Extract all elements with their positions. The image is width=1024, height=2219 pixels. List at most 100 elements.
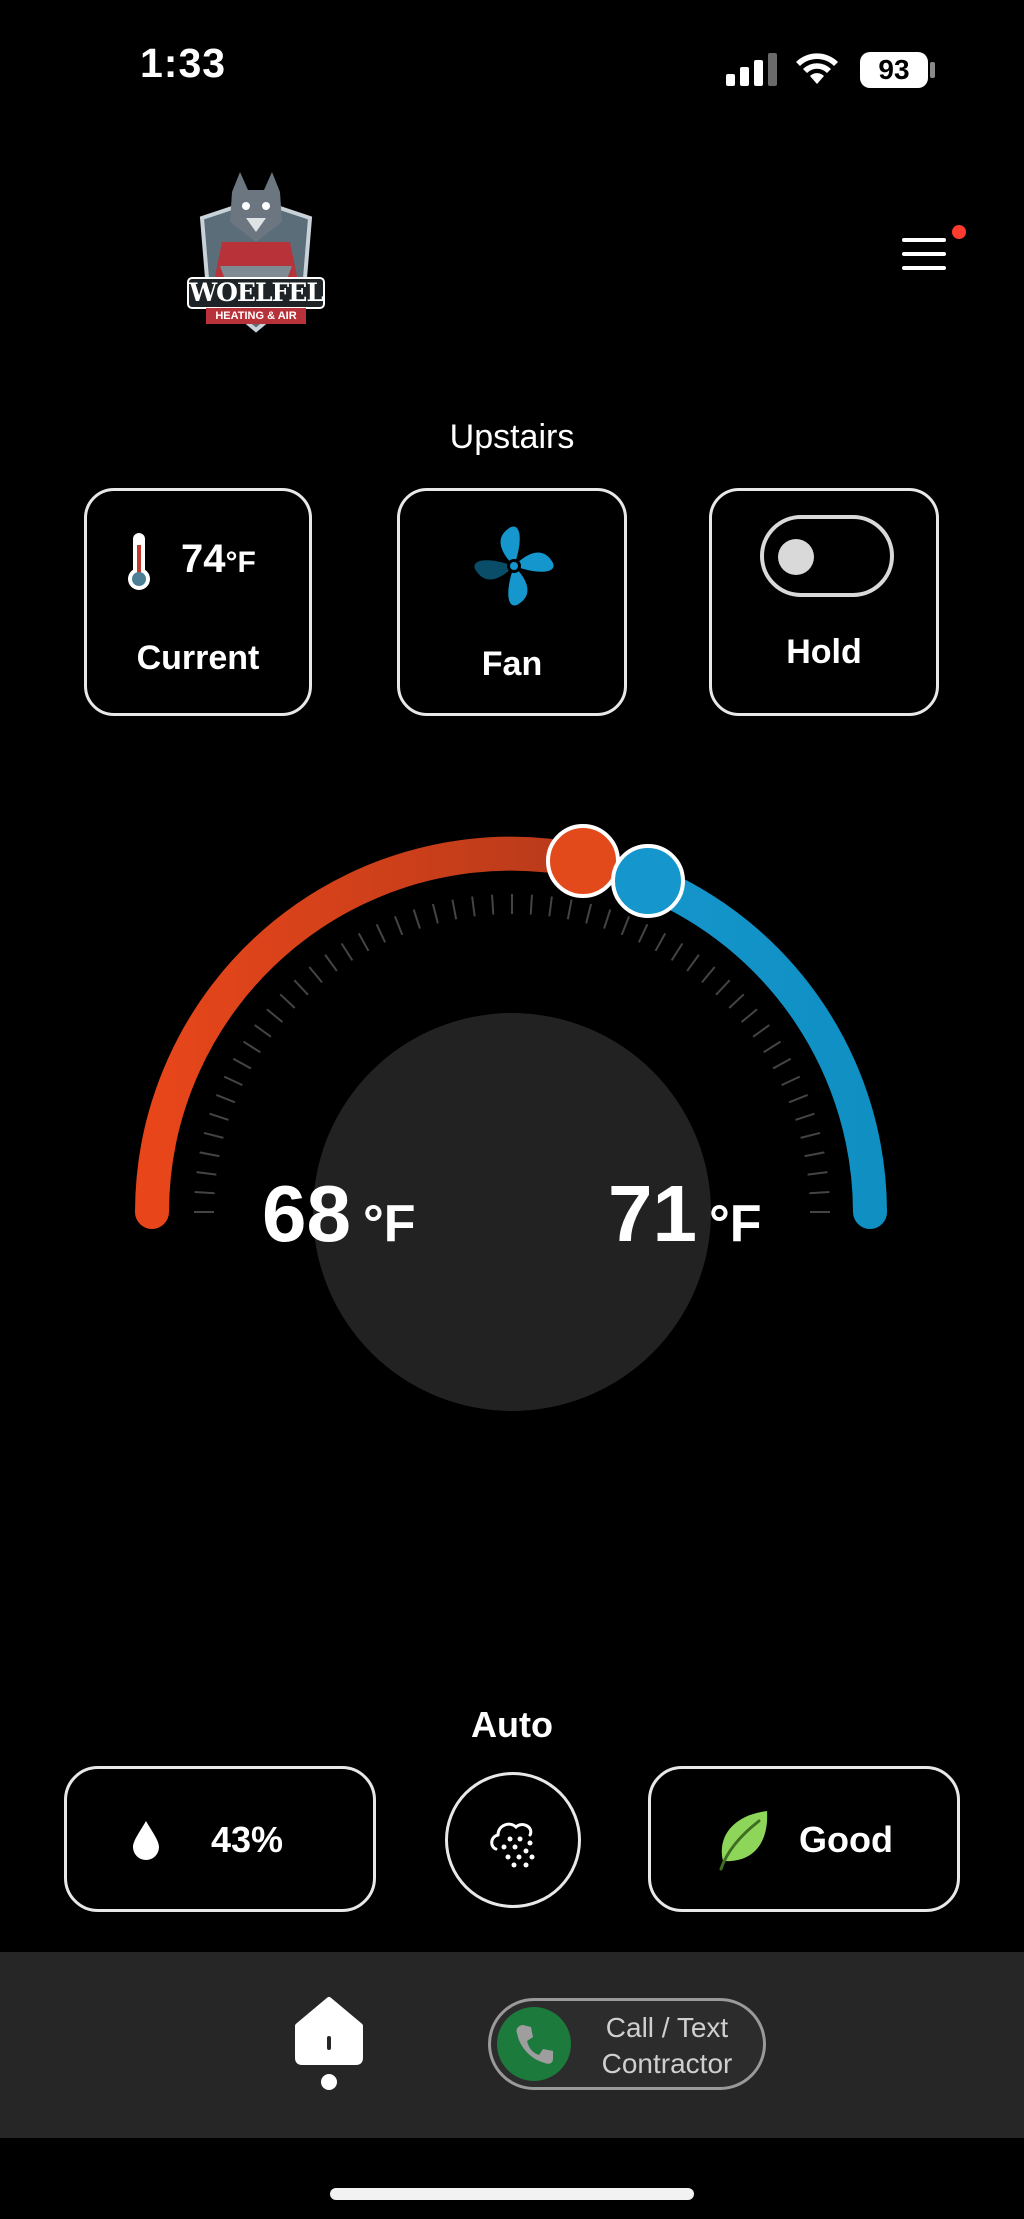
current-temp-card[interactable]: 74°F Current (84, 488, 312, 716)
mode-label[interactable]: Auto (0, 1704, 1024, 1746)
dial-tick (809, 1191, 830, 1195)
call-text-contractor-button[interactable]: Call / Text Contractor (488, 1998, 766, 2090)
dial-tick (763, 1040, 782, 1054)
dial-tick (800, 1131, 821, 1139)
dial-tick (451, 899, 458, 920)
zone-name[interactable]: Upstairs (0, 418, 1024, 457)
phone-icon (516, 2025, 553, 2064)
dial-tick (804, 1151, 825, 1158)
dial-tick (529, 894, 533, 915)
current-temp-unit: °F (225, 546, 256, 579)
current-temp-number: 74 (181, 537, 226, 581)
battery-indicator: 93 (860, 52, 928, 88)
cool-setpoint-handle[interactable] (611, 844, 685, 918)
battery-level: 93 (878, 54, 910, 85)
cellular-signal-icon (726, 53, 777, 86)
dial-tick (471, 896, 476, 917)
dial-tick (701, 966, 716, 984)
toggle-knob (778, 539, 814, 575)
heat-setpoint-value: 68 (262, 1169, 351, 1258)
heat-setpoint-display: 68 °F (262, 1168, 416, 1260)
home-indicator[interactable] (330, 2188, 694, 2200)
dial-tick (194, 1191, 215, 1195)
dial-tick (715, 979, 731, 996)
heat-setpoint-unit: °F (362, 1195, 416, 1253)
dial-tick (324, 954, 338, 972)
humidity-card[interactable]: 43% (64, 1766, 376, 1912)
notification-dot (952, 225, 966, 239)
current-temp-value: 74°F (181, 537, 256, 582)
current-label: Current (136, 639, 260, 677)
heat-setpoint-handle[interactable] (546, 824, 620, 898)
dial-tick (394, 915, 404, 936)
hold-label: Hold (786, 633, 862, 671)
logo-subtext: HEATING & AIR (215, 310, 297, 322)
dial-tick (279, 993, 296, 1009)
cool-setpoint-value: 71 (608, 1169, 697, 1258)
dial-tick (740, 1008, 758, 1023)
logo-text: WOELFEL (189, 278, 324, 307)
air-filter-button[interactable] (445, 1772, 581, 1908)
dial-tick (431, 903, 439, 924)
air-quality-value: Good (799, 1819, 893, 1860)
hold-card[interactable]: Hold (709, 488, 939, 716)
dial-tick (548, 896, 553, 917)
contact-line-2: Contractor (601, 2048, 733, 2079)
dial-tick (242, 1040, 261, 1054)
dial-tick (357, 932, 370, 952)
dial-tick (196, 1171, 217, 1176)
wifi-icon (796, 53, 838, 84)
dial-tick (781, 1075, 801, 1087)
humidity-value: 43% (211, 1819, 284, 1860)
home-icon (295, 1997, 363, 2090)
dial-tick (603, 909, 612, 929)
home-tab[interactable] (294, 1996, 364, 2090)
leaf-icon (719, 1811, 768, 1871)
dial-tick (232, 1057, 252, 1070)
dial-tick (340, 942, 354, 961)
dial-tick (585, 903, 593, 924)
battery-cap (930, 62, 935, 78)
dial-tick (566, 899, 573, 920)
cool-setpoint-display: 71 °F (608, 1168, 762, 1260)
contact-line-1: Call / Text (605, 2012, 729, 2043)
dial-tick (266, 1008, 284, 1023)
dial-tick (795, 1112, 815, 1121)
dial-tick (728, 993, 745, 1009)
phone-icon-circle (497, 2007, 571, 2081)
dial-tick (199, 1151, 220, 1158)
thermostat-dial[interactable] (0, 780, 1024, 1440)
dial-tick (654, 932, 667, 952)
dial-tick (686, 954, 700, 972)
dial-tick (807, 1171, 828, 1176)
dial-tick (254, 1024, 272, 1038)
dial-tick (209, 1112, 229, 1121)
dial-tick (620, 915, 630, 936)
dial-tick (491, 894, 495, 915)
dial-tick (308, 966, 323, 984)
water-drop-icon (133, 1821, 159, 1860)
dial-tick (293, 979, 309, 996)
dial-tick (752, 1024, 770, 1038)
dial-tick (223, 1075, 243, 1087)
cool-setpoint-unit: °F (708, 1195, 762, 1253)
air-quality-card[interactable]: Good (648, 1766, 960, 1912)
dial-tick (670, 942, 684, 961)
thermometer-icon (128, 533, 150, 590)
fan-card[interactable]: Fan (397, 488, 627, 716)
dial-tick (412, 909, 421, 929)
dial-tick (203, 1131, 224, 1139)
company-logo: WOELFEL HEATING & AIR (180, 170, 332, 340)
air-filter-icon (490, 1822, 535, 1868)
hamburger-menu-icon (902, 238, 946, 270)
dial-tick (772, 1057, 792, 1070)
menu-button[interactable] (894, 222, 954, 282)
dial-tick (637, 923, 649, 943)
dial-tick (215, 1094, 236, 1104)
fan-icon (474, 526, 554, 606)
status-time: 1:33 (140, 40, 227, 86)
dial-tick (375, 923, 387, 943)
hold-toggle[interactable] (760, 515, 894, 597)
dial-tick (788, 1094, 809, 1104)
fan-label: Fan (481, 645, 543, 683)
